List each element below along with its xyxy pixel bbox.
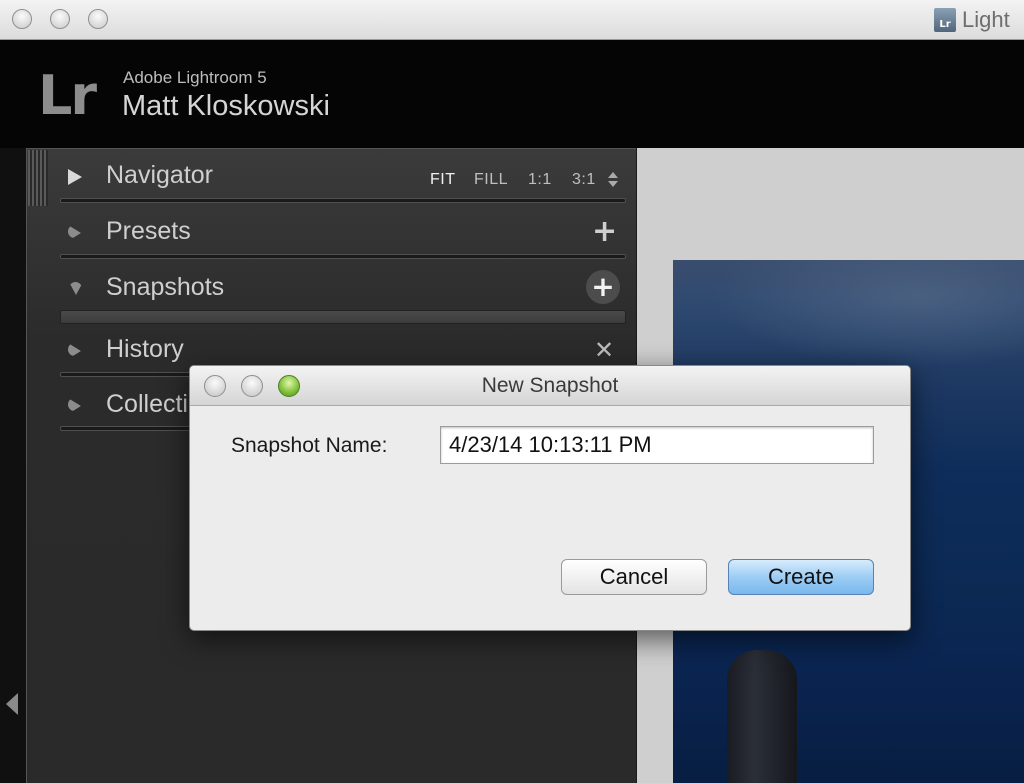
cancel-button[interactable]: Cancel (561, 559, 707, 595)
collapsed-triangle-icon[interactable] (68, 398, 81, 414)
snapshots-section: Snapshots + (52, 262, 632, 326)
window-zoom-button[interactable] (88, 9, 108, 29)
photo-sky (673, 260, 1024, 380)
navigator-header[interactable]: Navigator (106, 161, 213, 190)
expanded-triangle-icon[interactable] (68, 169, 82, 185)
history-header[interactable]: History (106, 335, 184, 364)
snapshots-header[interactable]: Snapshots (106, 273, 224, 302)
panel-resize-grip[interactable] (28, 150, 48, 206)
collapsed-triangle-icon[interactable] (68, 225, 81, 241)
window-close-button[interactable] (12, 9, 32, 29)
section-divider (60, 254, 626, 259)
navigator-section: Navigator FIT FILL 1:1 3:1 (52, 150, 632, 206)
snapshot-name-input[interactable] (440, 426, 874, 464)
window-title-text: Light (962, 7, 1010, 32)
dialog-titlebar: New Snapshot (190, 366, 910, 406)
clear-history-close-icon[interactable]: ✕ (594, 336, 614, 364)
lightroom-logo: Lr (38, 64, 97, 127)
collapse-left-panel-icon[interactable] (6, 693, 18, 715)
new-snapshot-dialog: New Snapshot Snapshot Name: Cancel Creat… (189, 365, 911, 631)
window-titlebar: Lr Light (0, 0, 1024, 40)
create-button[interactable]: Create (728, 559, 874, 595)
zoom-fit[interactable]: FIT (430, 171, 456, 189)
add-snapshot-plus-icon[interactable]: + (586, 270, 620, 304)
expanded-triangle-icon[interactable] (69, 282, 83, 295)
app-name: Adobe Lightroom 5 (123, 68, 267, 87)
section-divider (60, 198, 626, 203)
snapshots-list-area (60, 310, 626, 324)
zoom-spinner-icon[interactable] (607, 170, 621, 190)
identity-plate: Lr Adobe Lightroom 5 Matt Kloskowski (0, 40, 1024, 148)
photo-wooden-post (727, 650, 797, 783)
zoom-fill[interactable]: FILL (474, 171, 508, 189)
presets-header[interactable]: Presets (106, 217, 191, 246)
snapshot-name-label: Snapshot Name: (231, 434, 388, 457)
user-name: Matt Kloskowski (122, 90, 330, 122)
window-minimize-button[interactable] (50, 9, 70, 29)
add-preset-plus-icon[interactable]: + (592, 217, 617, 247)
window-title: Lr Light (934, 6, 1010, 34)
dialog-title: New Snapshot (481, 374, 619, 397)
zoom-3-1[interactable]: 3:1 (572, 171, 596, 189)
zoom-1-1[interactable]: 1:1 (528, 171, 552, 189)
presets-section: Presets + (52, 206, 632, 262)
collapsed-triangle-icon[interactable] (68, 343, 81, 359)
left-edge-strip (0, 148, 26, 783)
lightroom-doc-icon: Lr (934, 8, 956, 32)
